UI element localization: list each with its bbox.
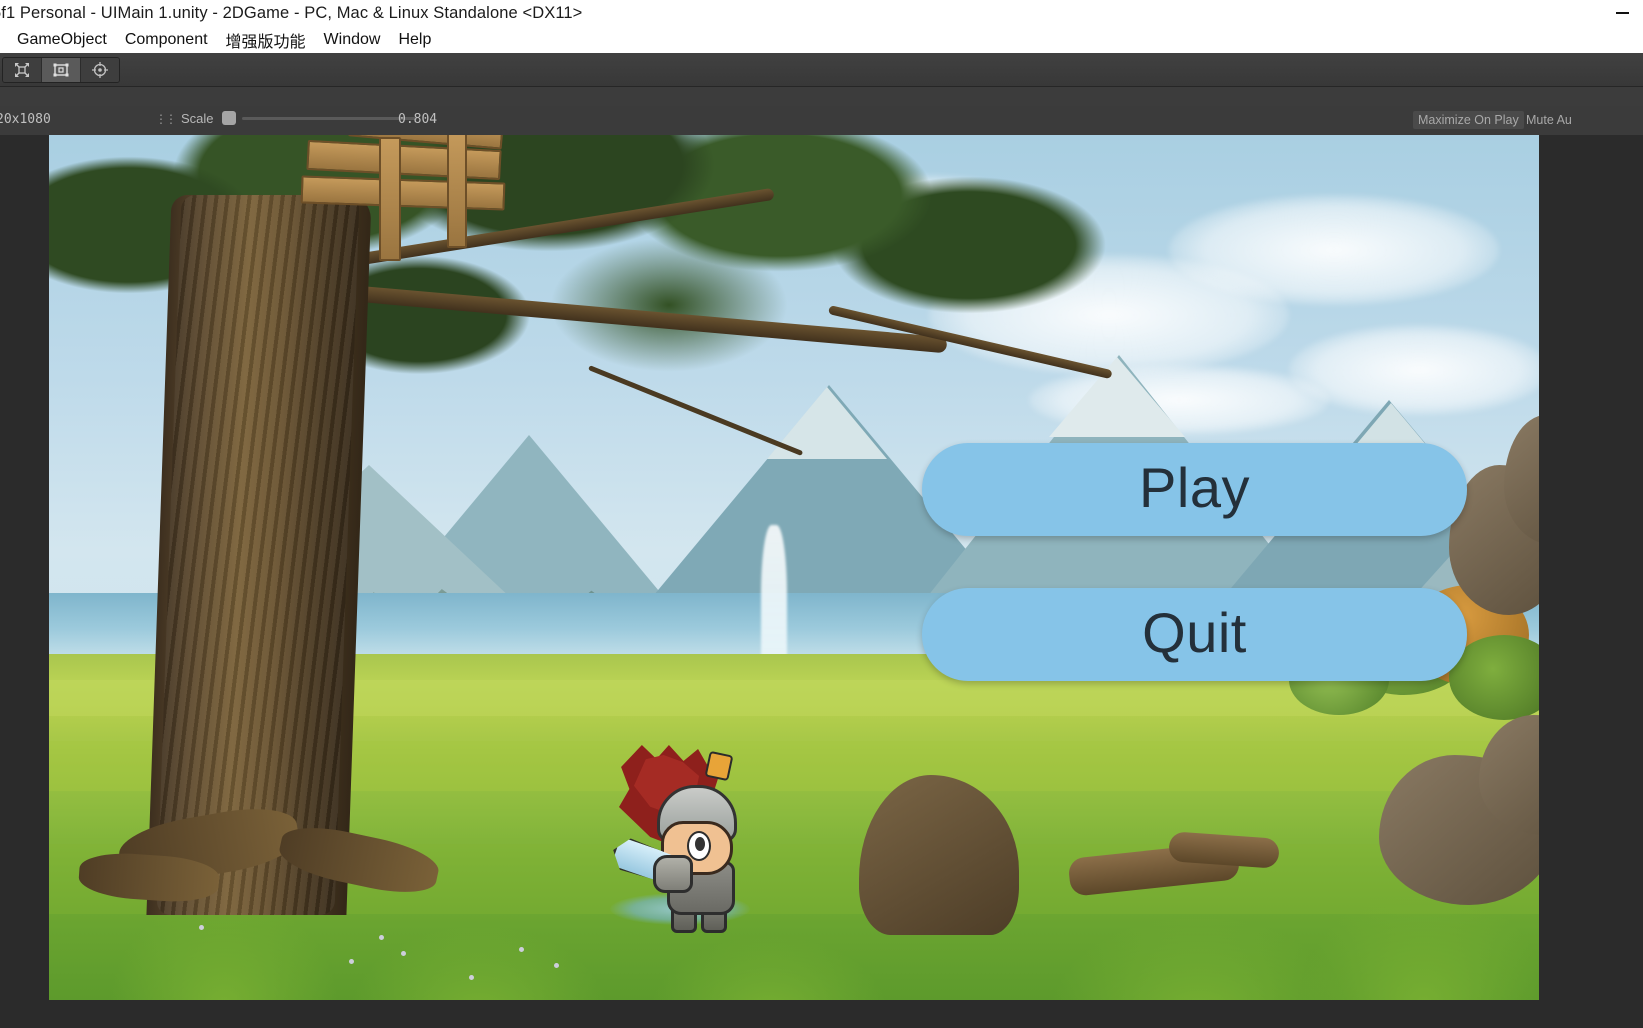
- menu-item-gameobject[interactable]: GameObject: [8, 29, 116, 51]
- mute-audio-toggle[interactable]: Mute Au: [1521, 111, 1643, 129]
- menu-item-window[interactable]: Window: [315, 29, 390, 51]
- tree-trunk: [146, 195, 372, 915]
- flower-dot: [519, 947, 524, 952]
- grass-tuft: [649, 935, 889, 1000]
- flower-dot: [554, 963, 559, 968]
- unity-toolbar: Pivot Local: [0, 53, 1643, 137]
- toolbar-background: [0, 53, 1643, 87]
- drag-grip-icon: ⋮⋮: [155, 111, 177, 126]
- treehouse-post: [379, 137, 401, 261]
- window-controls: [1607, 0, 1637, 26]
- scale-label: Scale: [181, 111, 214, 126]
- character-pupil: [695, 837, 705, 851]
- editor-bottom-gutter: [0, 1000, 1643, 1028]
- flower-dot: [469, 975, 474, 980]
- grass-tuft: [349, 925, 609, 1000]
- scale-slider-group: ⋮⋮ Scale: [155, 111, 417, 126]
- knight-character-sprite: [605, 743, 755, 933]
- editor-left-gutter: [0, 135, 49, 1028]
- quit-game-button[interactable]: Quit: [922, 588, 1467, 681]
- quit-game-button-label: Quit: [1142, 600, 1247, 664]
- maximize-on-play-toggle[interactable]: Maximize On Play: [1413, 111, 1524, 129]
- treehouse-post: [447, 135, 467, 248]
- play-game-button-label: Play: [1139, 455, 1250, 519]
- scale-slider[interactable]: [221, 111, 417, 125]
- transform-tool-icon: [92, 62, 108, 78]
- cloud-shape: [1169, 195, 1499, 305]
- transform-tool-button[interactable]: [81, 58, 119, 82]
- flower-dot: [199, 925, 204, 930]
- scale-slider-handle[interactable]: [221, 111, 236, 125]
- main-menu-button-group: Play Quit: [922, 443, 1467, 733]
- play-game-button[interactable]: Play: [922, 443, 1467, 536]
- resolution-dropdown[interactable]: 20x1080: [0, 112, 51, 127]
- transform-tool-group: [2, 57, 120, 83]
- flower-dot: [401, 951, 406, 956]
- menu-bar: GameObject Component 增强版功能 Window Help: [0, 26, 1643, 53]
- rect-transform-tool-button[interactable]: [42, 58, 81, 82]
- scale-tool-button[interactable]: [3, 58, 42, 82]
- window-title-bar: 6f1 Personal - UIMain 1.unity - 2DGame -…: [0, 0, 1643, 26]
- scale-tool-icon: [15, 63, 29, 77]
- game-view-viewport[interactable]: Play Quit ?: [49, 135, 1539, 1000]
- grass-tuft: [1299, 885, 1539, 1000]
- character-shoulder-pauldron: [653, 855, 693, 893]
- scale-value: 0.804: [398, 112, 438, 127]
- editor-right-gutter: [1539, 135, 1643, 1028]
- menu-item-component[interactable]: Component: [116, 29, 217, 51]
- flower-dot: [349, 959, 354, 964]
- minimize-button[interactable]: [1607, 0, 1637, 26]
- menu-item-enhanced-features[interactable]: 增强版功能: [217, 26, 315, 54]
- window-title: 6f1 Personal - UIMain 1.unity - 2DGame -…: [0, 3, 583, 22]
- character-head-ornament: [704, 750, 734, 782]
- rect-transform-tool-icon: [53, 63, 69, 77]
- flower-dot: [379, 935, 384, 940]
- unity-editor-window: 6f1 Personal - UIMain 1.unity - 2DGame -…: [0, 0, 1643, 1028]
- menu-item-help[interactable]: Help: [389, 29, 440, 51]
